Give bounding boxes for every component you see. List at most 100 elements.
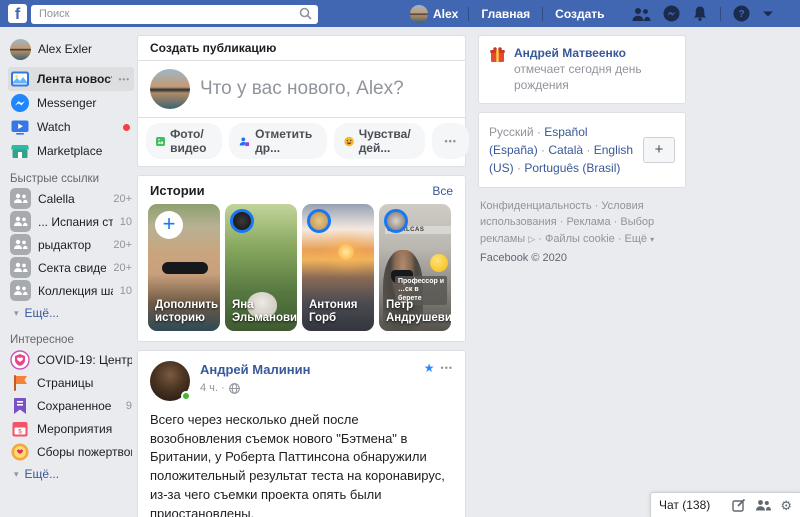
search-box bbox=[31, 4, 318, 23]
birthday-text: отмечает сегодня день рождения bbox=[514, 62, 642, 92]
sidebar-item-group[interactable]: рыдактор 20+ bbox=[8, 233, 134, 256]
photo-icon bbox=[156, 134, 165, 149]
sidebar-item-label: Лента новостей bbox=[37, 72, 112, 86]
unread-count: 20+ bbox=[113, 262, 132, 274]
help-icon[interactable]: ? bbox=[733, 5, 750, 22]
messenger-blue-icon bbox=[10, 93, 30, 113]
item-label: Страницы bbox=[37, 376, 132, 390]
globe-privacy-icon bbox=[229, 383, 240, 394]
unread-count: 10 bbox=[120, 216, 132, 228]
chat-settings-gear-icon[interactable]: ⚙ bbox=[780, 499, 792, 512]
events-calendar-icon: 5 bbox=[10, 419, 30, 439]
sidebar-item-group[interactable]: Calella 20+ bbox=[8, 187, 134, 210]
sidebar-item-watch[interactable]: Watch bbox=[8, 115, 134, 139]
caret-down-icon: ▾ bbox=[14, 308, 19, 319]
birthday-person-link[interactable]: Андрей Матвеенко bbox=[514, 46, 626, 60]
story-card[interactable]: USKALCAS Профессор и …ск в берете Петр А… bbox=[379, 204, 451, 331]
left-sidebar: Alex Exler Лента новостей ••• Messenger … bbox=[8, 27, 134, 485]
add-language-button[interactable]: + bbox=[643, 137, 675, 163]
create-link[interactable]: Создать bbox=[543, 7, 616, 21]
more-label: Ещё... bbox=[25, 306, 60, 320]
story-photo-detail bbox=[338, 244, 354, 260]
group-icon bbox=[10, 234, 31, 255]
sidebar-item-events[interactable]: 5 Мероприятия bbox=[8, 417, 134, 440]
search-input[interactable] bbox=[31, 5, 318, 24]
account-menu-caret-icon[interactable] bbox=[762, 10, 774, 18]
story-author-avatar bbox=[230, 209, 254, 233]
sidebar-item-covid[interactable]: COVID-19: Центр ... bbox=[8, 348, 134, 371]
composer-avatar[interactable] bbox=[150, 69, 190, 109]
more-label: Ещё... bbox=[25, 467, 60, 481]
news-feed-icon bbox=[10, 69, 30, 89]
photo-video-button[interactable]: Фото/видео bbox=[146, 123, 222, 159]
right-column: Андрей Матвеенко отмечает сегодня день р… bbox=[478, 27, 686, 267]
sidebar-item-group[interactable]: Секта свидетелей ... 20+ bbox=[8, 256, 134, 279]
friend-requests-icon[interactable] bbox=[631, 6, 651, 22]
saved-bookmark-icon bbox=[10, 396, 30, 416]
post-author-link[interactable]: Андрей Малинин bbox=[200, 362, 310, 377]
item-label: Мероприятия bbox=[37, 422, 132, 436]
new-message-icon[interactable] bbox=[732, 498, 746, 512]
tag-friend-icon bbox=[239, 134, 250, 149]
favorites-star-icon[interactable]: ★ bbox=[424, 361, 435, 375]
stories-see-all-link[interactable]: Все bbox=[432, 184, 453, 198]
feed-options-icon[interactable]: ••• bbox=[119, 75, 130, 84]
topbar-profile-link[interactable]: Alex bbox=[433, 7, 458, 21]
stories-title: Истории bbox=[150, 183, 205, 198]
quick-links-heading: Быстрые ссылки bbox=[10, 173, 134, 185]
story-card[interactable]: Антония Горб bbox=[302, 204, 374, 331]
item-label: Сборы пожертвов... bbox=[37, 445, 132, 459]
explore-more[interactable]: ▾ Ещё... bbox=[8, 463, 134, 485]
footer-link[interactable]: Реклама bbox=[566, 216, 620, 228]
post-author-avatar[interactable] bbox=[150, 361, 190, 401]
facebook-logo[interactable]: f bbox=[8, 4, 27, 23]
footer-link[interactable]: Ещё bbox=[625, 233, 648, 245]
sidebar-item-label: Marketplace bbox=[37, 144, 130, 158]
svg-text:5: 5 bbox=[18, 428, 22, 435]
story-photo-detail bbox=[162, 262, 208, 274]
language-link[interactable]: Català bbox=[548, 143, 593, 157]
sidebar-item-group[interactable]: ... Испания станов... 10 bbox=[8, 210, 134, 233]
covid-info-icon bbox=[10, 350, 30, 370]
post-options-icon[interactable]: ••• bbox=[441, 363, 453, 373]
story-label: Яна Эльманович bbox=[232, 299, 293, 325]
search-icon[interactable] bbox=[299, 7, 312, 25]
sidebar-item-marketplace[interactable]: Marketplace bbox=[8, 139, 134, 163]
add-story-plus-icon[interactable]: + bbox=[155, 211, 183, 239]
chat-bar[interactable]: Чат (138) ⚙ bbox=[650, 492, 800, 517]
watch-icon bbox=[10, 117, 30, 137]
sidebar-item-group[interactable]: Коллекция шарлат... 10 bbox=[8, 279, 134, 302]
group-label: ... Испания станов... bbox=[38, 215, 113, 229]
contacts-icon[interactable] bbox=[755, 499, 771, 511]
stories-card: Истории Все + Дополнить историю Яна Эльм… bbox=[137, 175, 466, 342]
avatar bbox=[10, 39, 31, 60]
story-card[interactable]: Яна Эльманович bbox=[225, 204, 297, 331]
chat-label[interactable]: Чат (138) bbox=[659, 498, 732, 512]
pages-flag-icon bbox=[10, 373, 30, 393]
footer-link[interactable]: Файлы cookie bbox=[545, 233, 625, 245]
quick-links-more[interactable]: ▾ Ещё... bbox=[8, 302, 134, 324]
online-indicator bbox=[181, 391, 191, 401]
group-icon bbox=[10, 188, 31, 209]
more-actions-button[interactable]: ••• bbox=[432, 123, 468, 159]
sidebar-item-news-feed[interactable]: Лента новостей ••• bbox=[8, 67, 134, 91]
sidebar-item-fundraisers[interactable]: Сборы пожертвов... bbox=[8, 440, 134, 463]
notifications-icon[interactable] bbox=[692, 5, 708, 22]
feed-post: Андрей Малинин 4 ч. · ★ ••• Всего через … bbox=[137, 350, 466, 517]
sidebar-item-pages[interactable]: Страницы bbox=[8, 371, 134, 394]
story-author-avatar bbox=[384, 209, 408, 233]
post-timestamp[interactable]: 4 ч. · bbox=[200, 382, 225, 394]
footer-link[interactable]: Конфиденциальность bbox=[480, 200, 601, 212]
add-story-card[interactable]: + Дополнить историю bbox=[148, 204, 220, 331]
sidebar-item-messenger[interactable]: Messenger bbox=[8, 91, 134, 115]
messenger-icon[interactable] bbox=[663, 5, 680, 22]
feeling-activity-button[interactable]: Чувства/дей... bbox=[334, 123, 426, 159]
sidebar-item-saved[interactable]: Сохраненное 9 bbox=[8, 394, 134, 417]
tag-friends-button[interactable]: Отметить др... bbox=[229, 123, 326, 159]
sidebar-profile[interactable]: Alex Exler bbox=[8, 37, 134, 61]
composer-placeholder[interactable]: Что у вас нового, Alex? bbox=[200, 78, 404, 100]
create-post-card: Создать публикацию Что у вас нового, Ale… bbox=[137, 35, 466, 167]
home-link[interactable]: Главная bbox=[469, 7, 542, 21]
topbar-avatar[interactable] bbox=[410, 5, 428, 23]
language-link[interactable]: Português (Brasil) bbox=[524, 161, 620, 175]
